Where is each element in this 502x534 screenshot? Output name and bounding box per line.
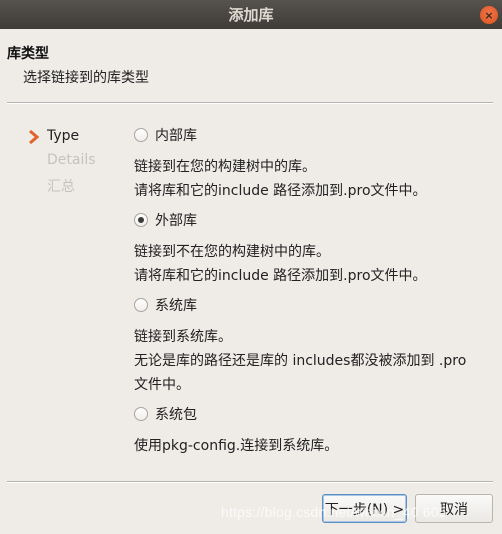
footer-separator (7, 481, 493, 483)
radio-system-package[interactable]: 系统包 (134, 403, 494, 425)
wizard-steps: Type Details 汇总 (27, 128, 96, 200)
description-line: 链接到不在您的构建树中的库。 (134, 244, 330, 260)
description-line: 请将库和它的include 路径添加到.pro文件中。 (134, 268, 427, 284)
library-type-options: 内部库 链接到在您的构建树中的库。 请将库和它的include 路径添加到.pr… (134, 124, 494, 464)
step-details: Details (27, 152, 96, 176)
step-label: Details (47, 152, 96, 168)
option-description: 链接到系统库。 无论是库的路径还是库的 includes都没被添加到 .pro … (134, 325, 494, 397)
radio-internal-library[interactable]: 内部库 (134, 124, 494, 146)
step-type: Type (27, 128, 96, 152)
radio-system-library[interactable]: 系统库 (134, 294, 494, 316)
option-label: 内部库 (155, 128, 197, 144)
close-button[interactable]: × (480, 6, 498, 24)
page-title: 库类型 (7, 46, 49, 62)
radio-external-library[interactable]: 外部库 (134, 209, 494, 231)
description-line: 链接到在您的构建树中的库。 (134, 159, 316, 175)
header-separator (7, 102, 493, 104)
cancel-button[interactable]: 取消 (415, 494, 493, 523)
radio-button[interactable] (134, 407, 148, 421)
description-line: 使用pkg-config.连接到系统库。 (134, 438, 339, 454)
option-label: 系统库 (155, 298, 197, 314)
description-line: 无论是库的路径还是库的 includes都没被添加到 .pro (134, 353, 467, 369)
option-label: 系统包 (155, 407, 197, 423)
chevron-right-icon (29, 129, 40, 145)
radio-button-selected[interactable] (134, 213, 148, 227)
option-description: 使用pkg-config.连接到系统库。 (134, 434, 494, 458)
description-line: 文件中。 (134, 377, 190, 393)
option-description: 链接到在您的构建树中的库。 请将库和它的include 路径添加到.pro文件中… (134, 155, 494, 203)
option-label: 外部库 (155, 213, 197, 229)
radio-button[interactable] (134, 128, 148, 142)
window-title: 添加库 (228, 6, 274, 24)
radio-button[interactable] (134, 298, 148, 312)
option-description: 链接到不在您的构建树中的库。 请将库和它的include 路径添加到.pro文件… (134, 240, 494, 288)
next-button[interactable]: 下一步(N) > (322, 494, 407, 523)
step-label: Type (47, 128, 80, 144)
step-label: 汇总 (47, 179, 75, 195)
step-summary: 汇总 (27, 176, 96, 200)
title-bar: 添加库 × (0, 0, 502, 29)
description-line: 链接到系统库。 (134, 329, 232, 345)
page-subtitle: 选择链接到的库类型 (23, 70, 149, 86)
description-line: 请将库和它的include 路径添加到.pro文件中。 (134, 183, 427, 199)
close-icon: × (484, 8, 494, 22)
